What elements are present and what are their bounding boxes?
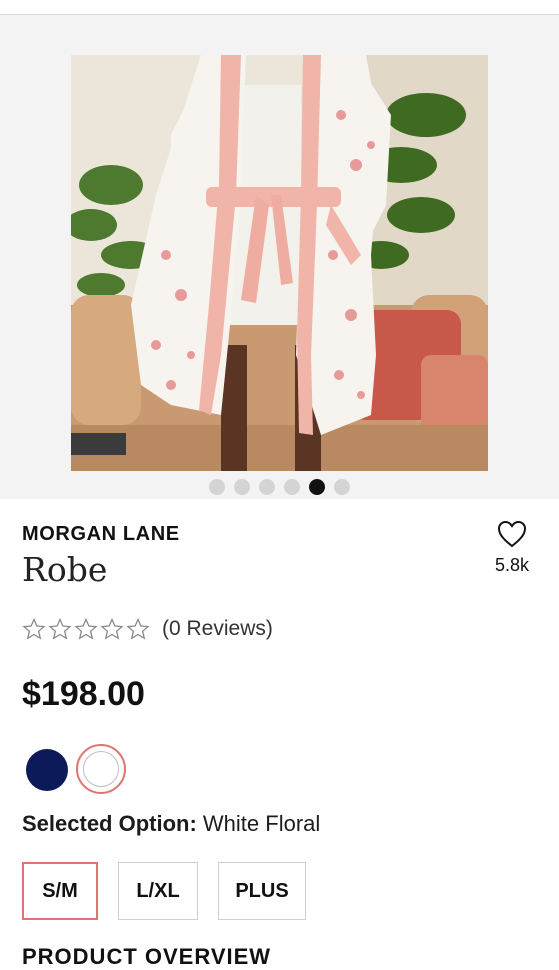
swatch-white-floral[interactable] bbox=[76, 744, 126, 794]
selected-option-value: White Floral bbox=[202, 811, 321, 836]
size-selector: S/M L/XL PLUS bbox=[22, 862, 306, 920]
gallery-dot-active[interactable] bbox=[309, 479, 325, 495]
product-image[interactable] bbox=[71, 55, 488, 471]
size-button-lxl[interactable]: L/XL bbox=[118, 862, 198, 920]
size-button-plus[interactable]: PLUS bbox=[218, 862, 306, 920]
star-outline-icon bbox=[100, 618, 124, 640]
star-outline-icon bbox=[22, 618, 46, 640]
gallery-dots bbox=[0, 479, 559, 497]
gallery-dot[interactable] bbox=[284, 479, 300, 495]
star-outline-icon bbox=[74, 618, 98, 640]
rating-stars bbox=[22, 618, 150, 640]
product-title: Robe bbox=[22, 550, 108, 589]
favorite-button[interactable]: 5.8k bbox=[485, 520, 539, 576]
star-outline-icon bbox=[48, 618, 72, 640]
favorites-count: 5.8k bbox=[494, 555, 530, 575]
gallery-dot[interactable] bbox=[209, 479, 225, 495]
heart-icon bbox=[497, 520, 527, 548]
selected-option-label: Selected Option: bbox=[22, 811, 197, 836]
swatch-navy[interactable] bbox=[26, 748, 68, 791]
gallery-dot[interactable] bbox=[334, 479, 350, 495]
product-photo-illustration bbox=[71, 55, 488, 471]
size-button-sm[interactable]: S/M bbox=[22, 862, 98, 920]
gallery-dot[interactable] bbox=[234, 479, 250, 495]
product-gallery[interactable] bbox=[0, 15, 559, 499]
rating-row[interactable]: (0 Reviews) bbox=[22, 617, 273, 641]
selected-option: Selected Option: White Floral bbox=[22, 811, 320, 837]
brand-name[interactable]: MORGAN LANE bbox=[22, 523, 180, 546]
reviews-link[interactable]: (0 Reviews) bbox=[162, 617, 273, 641]
gallery-dot[interactable] bbox=[259, 479, 275, 495]
swatch-white-floral-inner bbox=[83, 751, 119, 787]
product-price: $198.00 bbox=[22, 675, 145, 713]
product-overview-heading[interactable]: PRODUCT OVERVIEW bbox=[22, 944, 271, 970]
color-swatches bbox=[26, 744, 126, 794]
star-outline-icon bbox=[126, 618, 150, 640]
